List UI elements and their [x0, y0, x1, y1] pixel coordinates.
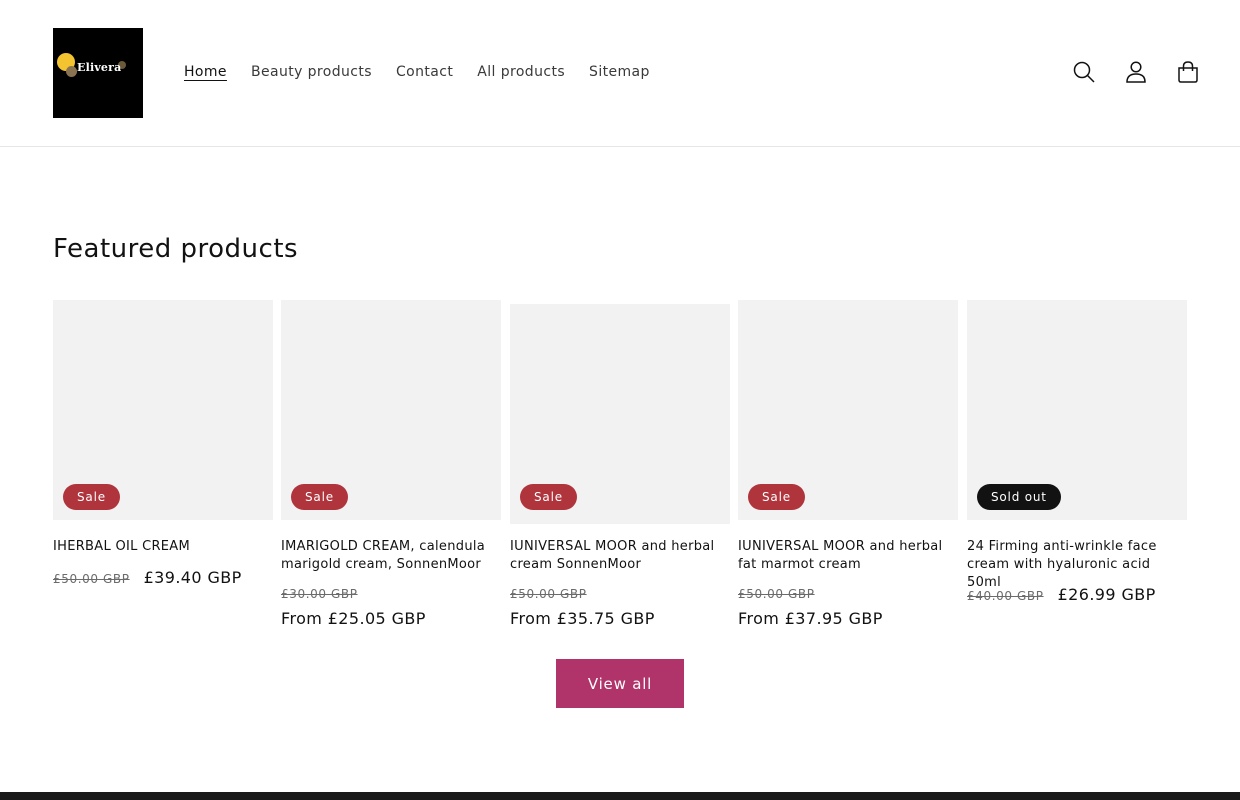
price-row: £50.00 GBP	[510, 587, 587, 601]
price-sale: £26.99 GBP	[1057, 585, 1156, 604]
logo-text: Elivera	[77, 61, 122, 74]
sale-badge: Sale	[63, 484, 120, 510]
product-image[interactable]: Sale	[738, 300, 958, 520]
price-row: £50.00 GBP	[738, 587, 815, 601]
sale-badge: Sale	[748, 484, 805, 510]
footer	[0, 792, 1240, 800]
site-header: Elivera Home Beauty products Contact All…	[0, 0, 1240, 147]
logo[interactable]: Elivera	[53, 28, 143, 118]
price-from: From £35.75 GBP	[510, 609, 655, 628]
product-title[interactable]: IMARIGOLD CREAM, calendula marigold crea…	[281, 538, 501, 574]
product-title[interactable]: IUNIVERSAL MOOR and herbal cream SonnenM…	[510, 538, 730, 574]
product-image[interactable]: Sale	[281, 300, 501, 520]
product-image[interactable]: Sale	[510, 304, 730, 524]
price-row: £50.00 GBP £39.40 GBP	[53, 568, 242, 587]
nav-item-sitemap[interactable]: Sitemap	[577, 58, 662, 86]
price-regular: £50.00 GBP	[510, 587, 587, 601]
price-regular: £40.00 GBP	[967, 589, 1044, 603]
price-regular: £30.00 GBP	[281, 587, 358, 601]
cart-button[interactable]	[1168, 56, 1208, 88]
product-image[interactable]: Sale	[53, 300, 273, 520]
logo-mark-accent	[66, 66, 77, 77]
account-button[interactable]	[1116, 56, 1156, 88]
product-title[interactable]: 24 Firming anti-wrinkle face cream with …	[967, 538, 1187, 592]
sale-badge: Sale	[291, 484, 348, 510]
product-title[interactable]: IUNIVERSAL MOOR and herbal fat marmot cr…	[738, 538, 958, 574]
nav-item-contact[interactable]: Contact	[384, 58, 465, 86]
price-row: £30.00 GBP	[281, 587, 358, 601]
price-from: From £25.05 GBP	[281, 609, 426, 628]
header-icons	[1064, 56, 1208, 88]
sale-badge: Sale	[520, 484, 577, 510]
product-image[interactable]: Sold out	[967, 300, 1187, 520]
product-title[interactable]: IHERBAL OIL CREAM	[53, 538, 273, 556]
search-icon	[1073, 61, 1095, 83]
nav-item-beauty-products[interactable]: Beauty products	[239, 58, 384, 86]
price-from: From £37.95 GBP	[738, 609, 883, 628]
nav-item-home[interactable]: Home	[172, 58, 239, 86]
view-all-button[interactable]: View all	[556, 659, 684, 708]
price-regular: £50.00 GBP	[738, 587, 815, 601]
price-regular: £50.00 GBP	[53, 572, 130, 586]
price-sale: £39.40 GBP	[143, 568, 242, 587]
main-nav: Home Beauty products Contact All product…	[172, 58, 662, 86]
nav-item-all-products[interactable]: All products	[465, 58, 577, 86]
search-button[interactable]	[1064, 56, 1104, 88]
cart-icon	[1178, 61, 1198, 83]
section-title: Featured products	[53, 234, 299, 264]
account-icon	[1126, 61, 1146, 83]
price-row: £40.00 GBP £26.99 GBP	[967, 585, 1156, 604]
sold-out-badge: Sold out	[977, 484, 1061, 510]
